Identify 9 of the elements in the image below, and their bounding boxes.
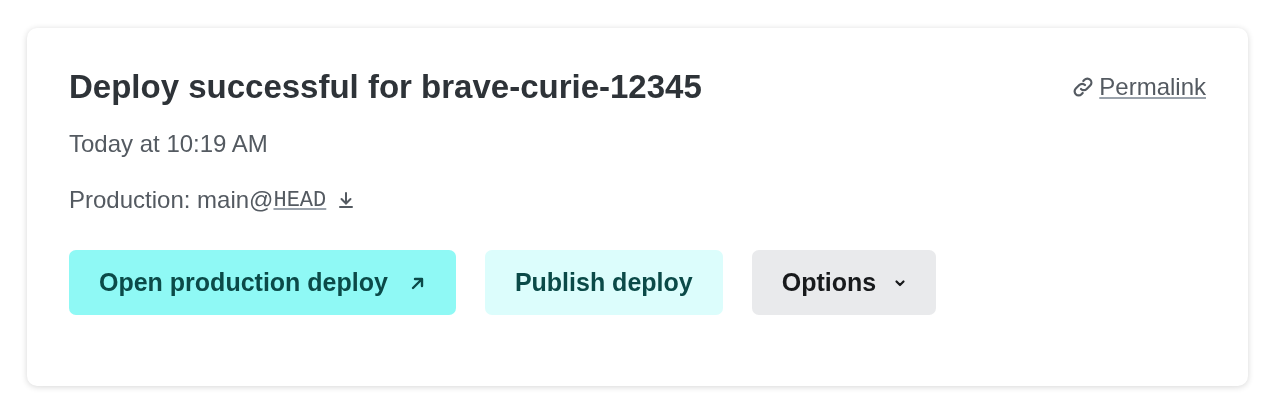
deploy-title: Deploy successful for brave-curie-12345	[69, 68, 702, 106]
download-icon[interactable]	[338, 191, 355, 209]
deploy-button[interactable]: Open production deploy	[69, 250, 456, 315]
permalink-link[interactable]: Permalink	[1071, 73, 1206, 101]
commit-link[interactable]: HEAD	[273, 187, 327, 213]
branch-label: Production: main@	[69, 186, 274, 214]
options-button[interactable]: Options	[751, 250, 937, 315]
deploy-button[interactable]: Publish deploy	[484, 250, 723, 315]
deploy-time: Today at 10:19 AM	[69, 130, 269, 158]
